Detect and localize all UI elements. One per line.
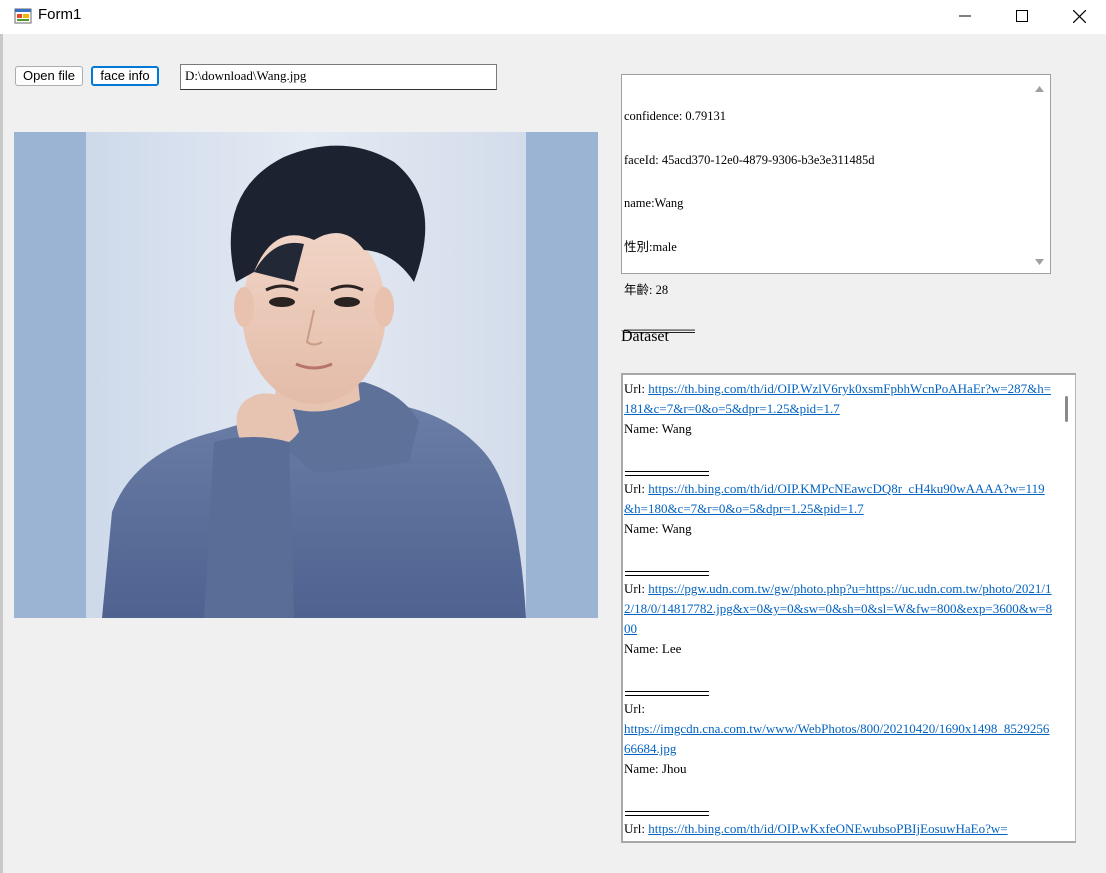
- dataset-content: Url: https://th.bing.com/th/id/OIP.WzlV6…: [624, 379, 1054, 839]
- scroll-up-arrow[interactable]: [1031, 79, 1048, 96]
- face-info-textbox[interactable]: confidence: 0.79131 faceId: 45acd370-12e…: [621, 74, 1051, 337]
- dataset-separator: [624, 559, 1054, 579]
- separator-line: ════════: [624, 323, 695, 338]
- dataset-label: Dataset: [621, 328, 669, 345]
- title-bar[interactable]: Form1: [0, 0, 1106, 34]
- dataset-entry: Url: https://th.bing.com/th/id/OIP.WzlV6…: [624, 379, 1054, 479]
- dataset-entry: Url: https://th.bing.com/th/id/OIP.wKxfe…: [624, 821, 1008, 836]
- face-id-line: faceId: 45acd370-12e0-4879-9306-b3e3e311…: [624, 152, 875, 167]
- maximize-button[interactable]: [993, 0, 1051, 32]
- dataset-url-link[interactable]: https://th.bing.com/th/id/OIP.KMPcNEawcD…: [624, 481, 1045, 516]
- dataset-separator: [624, 459, 1054, 479]
- face-info-text: confidence: 0.79131 faceId: 45acd370-12e…: [624, 80, 1029, 364]
- dataset-scrollbar[interactable]: [1059, 375, 1075, 841]
- dataset-entry: Url: https://th.bing.com/th/id/OIP.KMPcN…: [624, 479, 1054, 579]
- minimize-button[interactable]: [936, 0, 994, 32]
- age-line: 年齡: 28: [624, 283, 669, 297]
- dataset-url-link[interactable]: https://th.bing.com/th/id/OIP.WzlV6ryk0x…: [624, 381, 1051, 416]
- dataset-name: Name: Wang: [624, 421, 692, 436]
- dataset-separator: [624, 799, 1054, 819]
- dataset-name: Name: Lee: [624, 641, 682, 656]
- scrollbar-thumb[interactable]: [1065, 396, 1068, 422]
- app-icon: [14, 7, 32, 25]
- file-path-field[interactable]: D:\download\Wang.jpg: [180, 64, 497, 90]
- face-photo: [14, 132, 598, 618]
- triangle-up-icon: [1035, 79, 1044, 97]
- dataset-richtextbox[interactable]: Url: https://th.bing.com/th/id/OIP.WzlV6…: [621, 373, 1076, 843]
- dataset-name: Name: Wang: [624, 521, 692, 536]
- portrait-illustration: [14, 132, 598, 618]
- scroll-down-arrow[interactable]: [1031, 252, 1048, 269]
- face-info-button[interactable]: face info: [91, 66, 159, 86]
- triangle-down-icon: [1035, 252, 1044, 270]
- dataset-separator: [624, 679, 1054, 699]
- dataset-url-link[interactable]: https://th.bing.com/th/id/OIP.wKxfeONEwu…: [648, 821, 1007, 836]
- dataset-entry: Url: https://imgcdn.cna.com.tw/www/WebPh…: [624, 699, 1054, 819]
- dataset-name: Name: Jhou: [624, 761, 687, 776]
- open-file-button[interactable]: Open file: [15, 66, 83, 86]
- gender-line: 性別:male: [624, 239, 677, 254]
- minimize-icon: [959, 10, 971, 22]
- close-icon: [1072, 9, 1086, 23]
- name-line: name:Wang: [624, 196, 684, 210]
- window-title: Form1: [38, 6, 82, 23]
- window-left-edge: [0, 34, 3, 873]
- close-button[interactable]: [1050, 0, 1106, 32]
- confidence-line: confidence: 0.79131: [624, 109, 727, 123]
- dataset-url-link[interactable]: https://imgcdn.cna.com.tw/www/WebPhotos/…: [624, 721, 1049, 756]
- maximize-icon: [1016, 10, 1028, 22]
- dataset-entry: Url: https://pgw.udn.com.tw/gw/photo.php…: [624, 579, 1054, 699]
- dataset-url-link[interactable]: https://pgw.udn.com.tw/gw/photo.php?u=ht…: [624, 581, 1052, 636]
